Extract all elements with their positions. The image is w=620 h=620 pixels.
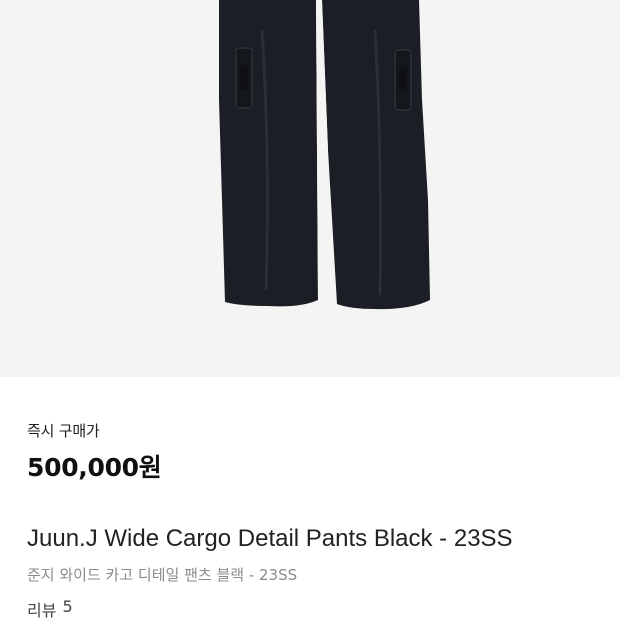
pants-illustration — [219, 0, 430, 310]
price-value: 500,000원 — [27, 453, 162, 482]
product-title-english: Juun.J Wide Cargo Detail Pants Black - 2… — [27, 525, 513, 552]
price-label: 즉시 구매가 — [27, 422, 100, 440]
review-count: 5 — [62, 597, 73, 616]
product-page: 즉시 구매가 500,000원 Juun.J Wide Cargo Detail… — [0, 0, 620, 620]
product-image[interactable] — [0, 0, 620, 377]
left-leg — [219, 0, 318, 307]
product-title-korean: 준지 와이드 카고 디테일 팬츠 블랙 - 23SS — [27, 566, 298, 584]
review-link[interactable]: 리뷰 5 — [27, 597, 73, 620]
review-label: 리뷰 — [27, 601, 57, 620]
pocket-flap — [399, 67, 407, 92]
pocket-flap — [240, 65, 248, 90]
